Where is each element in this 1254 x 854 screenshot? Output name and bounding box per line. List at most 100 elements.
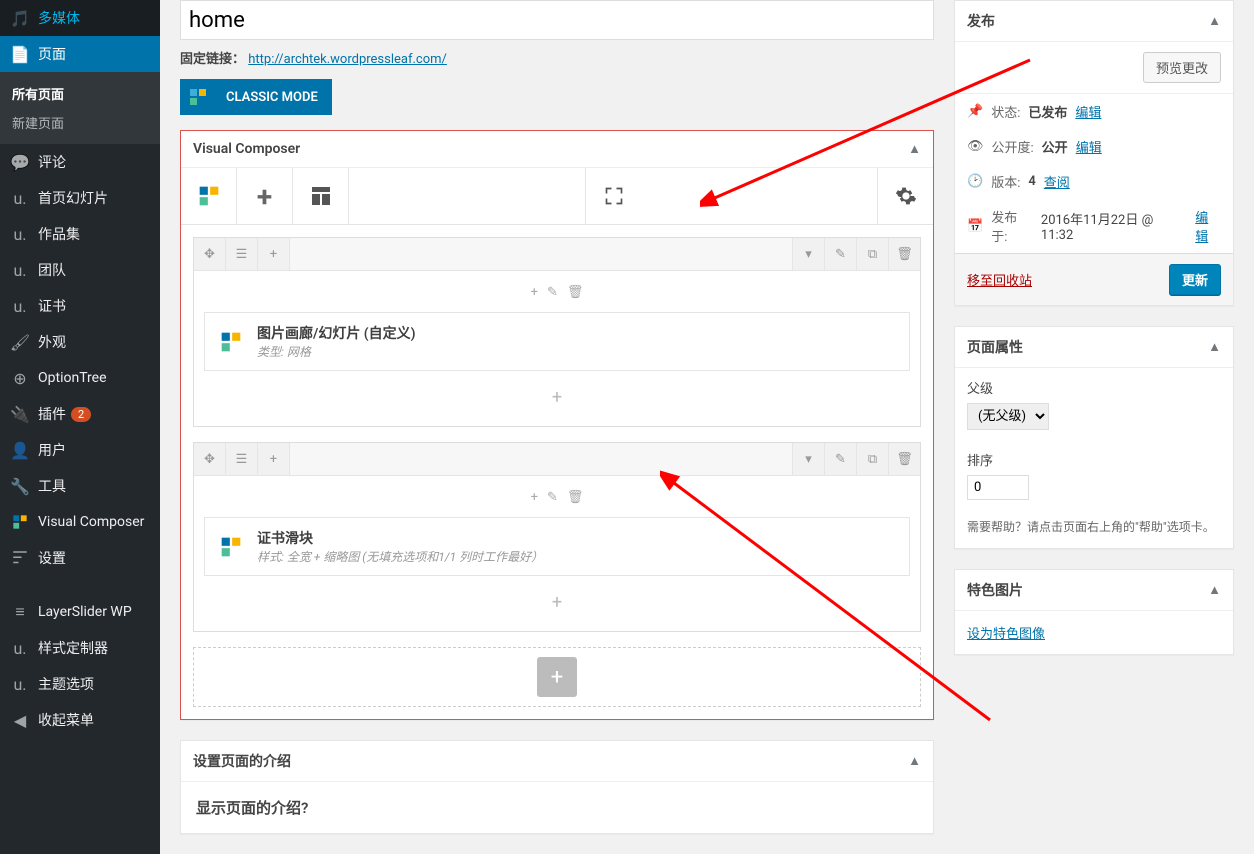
vc-row-dropdown-button[interactable]: ▾ bbox=[792, 443, 824, 475]
comments-icon: 💬 bbox=[10, 152, 30, 172]
sidebar-item-theme-options[interactable]: u. 主题选项 bbox=[0, 666, 160, 702]
vc-logo-icon bbox=[180, 79, 216, 115]
sidebar-item-label: LayerSlider WP bbox=[38, 604, 132, 620]
parent-select[interactable]: (无父级) bbox=[967, 403, 1049, 430]
uk-icon: u. bbox=[10, 260, 30, 280]
vc-row-clone-button[interactable]: ⧉ bbox=[856, 238, 888, 270]
visibility-label: 公开度: bbox=[992, 137, 1034, 156]
sidebar-item-tools[interactable]: 🔧 工具 bbox=[0, 468, 160, 504]
sidebar-item-collapse[interactable]: ◀ 收起菜单 bbox=[0, 702, 160, 738]
sidebar-item-label: 评论 bbox=[38, 152, 66, 172]
visibility-edit-link[interactable]: 编辑 bbox=[1076, 137, 1102, 156]
vc-element-cert-slider[interactable]: 证书滑块 样式: 全宽 + 缩略图 (无填充选项和1/1 列时工作最好） bbox=[204, 517, 910, 576]
set-featured-link[interactable]: 设为特色图像 bbox=[967, 627, 1045, 642]
vc-row-delete-button[interactable]: 🗑 bbox=[888, 238, 920, 270]
vc-col-edit-button[interactable]: ✎ bbox=[545, 285, 560, 300]
vc-icon bbox=[10, 512, 30, 532]
vc-add-row-button[interactable]: + bbox=[537, 657, 577, 697]
plugin-update-badge: 2 bbox=[71, 407, 91, 422]
sidebar-item-pages[interactable]: 📄 页面 bbox=[0, 36, 160, 72]
permalink-label: 固定链接： bbox=[180, 52, 245, 67]
sidebar-item-style-customizer[interactable]: u. 样式定制器 bbox=[0, 630, 160, 666]
sidebar-item-media[interactable]: 🎵 多媒体 bbox=[0, 0, 160, 36]
page-attrs-header[interactable]: 页面属性 ▲ bbox=[955, 327, 1233, 368]
published-label: 发布于: bbox=[991, 207, 1033, 245]
vc-row-add-button[interactable]: + bbox=[258, 443, 290, 475]
sidebar-item-home-slides[interactable]: u. 首页幻灯片 bbox=[0, 180, 160, 216]
media-icon: 🎵 bbox=[10, 8, 30, 28]
revisions-row: 🕑 版本: 4 查阅 bbox=[955, 164, 1233, 199]
vc-panel-header[interactable]: Visual Composer ▲ bbox=[181, 131, 933, 168]
vc-templates-button[interactable] bbox=[293, 168, 349, 224]
vc-row-delete-button[interactable]: 🗑 bbox=[888, 443, 920, 475]
preview-button[interactable]: 预览更改 bbox=[1143, 52, 1221, 83]
publish-panel-title: 发布 bbox=[967, 11, 995, 31]
vc-element-title: 证书滑块 bbox=[257, 528, 543, 548]
published-edit-link[interactable]: 编辑 bbox=[1195, 207, 1221, 245]
vc-row-layout-button[interactable]: ☰ bbox=[226, 238, 258, 270]
classic-mode-button[interactable]: CLASSIC MODE bbox=[180, 79, 332, 115]
update-button[interactable]: 更新 bbox=[1169, 264, 1221, 295]
intro-panel-header[interactable]: 设置页面的介绍 ▲ bbox=[181, 741, 933, 782]
vc-row-move-handle[interactable]: ✥ bbox=[194, 238, 226, 270]
panel-toggle-icon[interactable]: ▲ bbox=[1208, 582, 1221, 598]
vc-row-move-handle[interactable]: ✥ bbox=[194, 443, 226, 475]
vc-element-info: 图片画廊/幻灯片 (自定义) 类型: 网格 bbox=[257, 323, 416, 360]
vc-row: ✥ ☰ + ▾ ✎ ⧉ 🗑 + ✎ bbox=[193, 442, 921, 632]
sidebar-item-layerslider[interactable]: ≡ LayerSlider WP bbox=[0, 594, 160, 630]
status-edit-link[interactable]: 编辑 bbox=[1075, 102, 1101, 121]
calendar-icon: 📅 bbox=[967, 219, 983, 234]
vc-fullscreen-button[interactable] bbox=[585, 168, 641, 224]
panel-toggle-icon[interactable]: ▲ bbox=[1208, 339, 1221, 355]
sidebar-item-appearance[interactable]: 🖌 外观 bbox=[0, 324, 160, 360]
vc-element-gallery[interactable]: 图片画廊/幻灯片 (自定义) 类型: 网格 bbox=[204, 312, 910, 371]
trash-link[interactable]: 移至回收站 bbox=[967, 270, 1032, 289]
vc-row-edit-button[interactable]: ✎ bbox=[824, 238, 856, 270]
vc-add-element-inner[interactable]: + bbox=[204, 379, 910, 416]
sidebar-item-label: 作品集 bbox=[38, 224, 80, 244]
revisions-browse-link[interactable]: 查阅 bbox=[1044, 172, 1070, 191]
sidebar-item-visual-composer[interactable]: Visual Composer bbox=[0, 504, 160, 540]
sidebar-item-settings[interactable]: 设置 bbox=[0, 540, 160, 576]
page-title-input[interactable] bbox=[180, 0, 934, 40]
vc-settings-button[interactable] bbox=[877, 168, 933, 224]
sidebar-item-portfolio[interactable]: u. 作品集 bbox=[0, 216, 160, 252]
sidebar-item-users[interactable]: 👤 用户 bbox=[0, 432, 160, 468]
sidebar-sub-new-page[interactable]: 新建页面 bbox=[0, 108, 160, 137]
vc-row-layout-button[interactable]: ☰ bbox=[226, 443, 258, 475]
permalink-link[interactable]: http://archtek.wordpressleaf.com/ bbox=[248, 52, 447, 67]
panel-toggle-icon[interactable]: ▲ bbox=[908, 141, 921, 157]
publish-actions: 移至回收站 更新 bbox=[955, 253, 1233, 305]
sidebar-item-team[interactable]: u. 团队 bbox=[0, 252, 160, 288]
sidebar-item-comments[interactable]: 💬 评论 bbox=[0, 144, 160, 180]
panel-toggle-icon[interactable]: ▲ bbox=[1208, 13, 1221, 29]
vc-add-element-button[interactable]: + bbox=[237, 168, 293, 224]
vc-col-delete-button[interactable]: 🗑 bbox=[565, 285, 586, 300]
vc-row-edit-button[interactable]: ✎ bbox=[824, 443, 856, 475]
classic-mode-label: CLASSIC MODE bbox=[226, 90, 318, 105]
vc-row-add-button[interactable]: + bbox=[258, 238, 290, 270]
vc-row-clone-button[interactable]: ⧉ bbox=[856, 443, 888, 475]
sidebar-sub-all-pages[interactable]: 所有页面 bbox=[0, 79, 160, 108]
panel-toggle-icon[interactable]: ▲ bbox=[908, 753, 921, 769]
visual-composer-panel: Visual Composer ▲ + bbox=[180, 130, 934, 720]
sidebar-item-optiontree[interactable]: ⊕ OptionTree bbox=[0, 360, 160, 396]
published-value: 2016年11月22日 @ 11:32 bbox=[1041, 209, 1187, 243]
vc-element-desc: 类型: 网格 bbox=[257, 343, 416, 360]
vc-col-add-button[interactable]: + bbox=[529, 285, 540, 300]
vc-col-delete-button[interactable]: 🗑 bbox=[565, 490, 586, 505]
vc-col-edit-button[interactable]: ✎ bbox=[545, 490, 560, 505]
vc-logo-tool[interactable] bbox=[181, 168, 237, 224]
vc-col-add-button[interactable]: + bbox=[529, 490, 540, 505]
order-input[interactable] bbox=[967, 475, 1029, 500]
sidebar-item-label: Visual Composer bbox=[38, 514, 144, 530]
featured-panel-header[interactable]: 特色图片 ▲ bbox=[955, 570, 1233, 611]
vc-add-element-inner[interactable]: + bbox=[204, 584, 910, 621]
page-icon: 📄 bbox=[10, 44, 30, 64]
sidebar-item-certificates[interactable]: u. 证书 bbox=[0, 288, 160, 324]
revisions-label: 版本: bbox=[991, 172, 1020, 191]
sidebar-item-plugins[interactable]: 🔌 插件 2 bbox=[0, 396, 160, 432]
vc-row-dropdown-button[interactable]: ▾ bbox=[792, 238, 824, 270]
publish-panel-header[interactable]: 发布 ▲ bbox=[955, 1, 1233, 42]
key-icon: 📌 bbox=[967, 104, 983, 119]
